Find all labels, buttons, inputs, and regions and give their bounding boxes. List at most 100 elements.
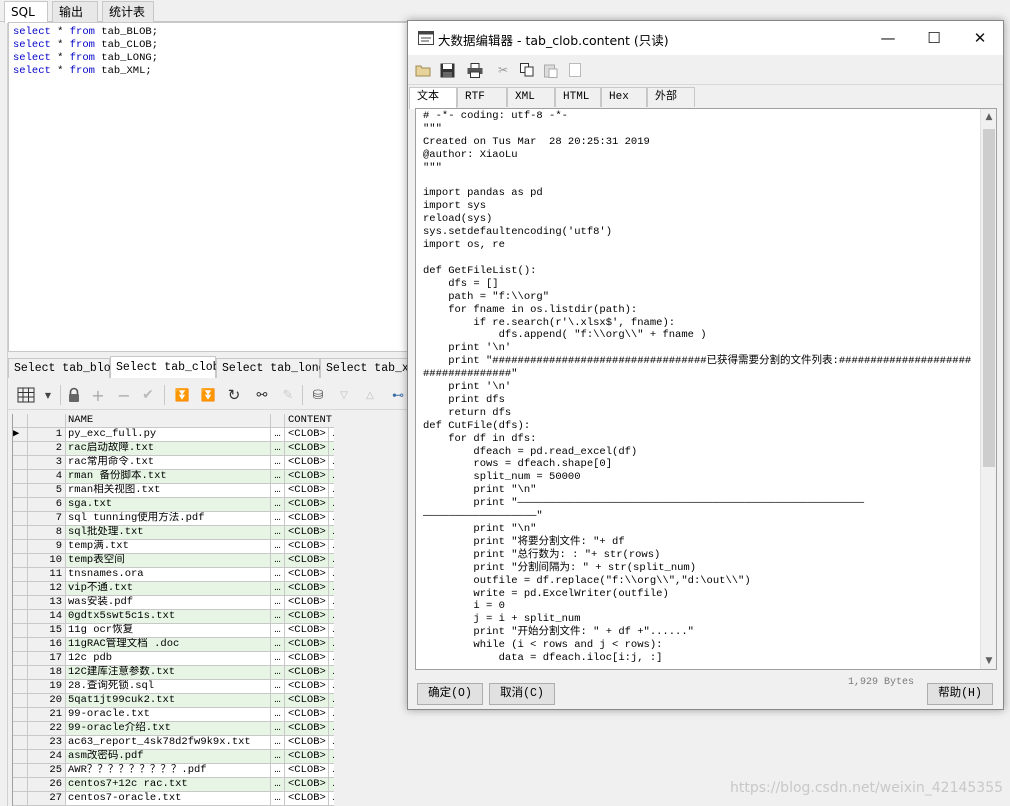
table-row[interactable]: 2199-oracle.txt…<CLOB>… (13, 708, 334, 722)
cell-name[interactable]: 12C建库注意参数.txt (66, 666, 271, 680)
cell-name-ellipsis-button[interactable]: … (271, 708, 285, 722)
cell-content[interactable]: <CLOB> (285, 680, 329, 694)
cell-name-ellipsis-button[interactable]: … (271, 442, 285, 456)
cell-content[interactable]: <CLOB> (285, 778, 329, 792)
cell-name[interactable]: centos7+12c rac.txt (66, 778, 271, 792)
cell-content[interactable]: <CLOB> (285, 652, 329, 666)
cell-content-ellipsis-button[interactable]: … (329, 526, 334, 540)
cell-name[interactable]: rman 备份脚本.txt (66, 470, 271, 484)
cell-content-ellipsis-button[interactable]: … (329, 722, 334, 736)
cell-name[interactable]: vip不通.txt (66, 582, 271, 596)
cell-content-ellipsis-button[interactable]: … (329, 456, 334, 470)
cell-content[interactable]: <CLOB> (285, 666, 329, 680)
cell-content-ellipsis-button[interactable]: … (329, 764, 334, 778)
table-row[interactable]: 1511g ocr恢复…<CLOB>… (13, 624, 334, 638)
table-row[interactable]: 1712c pdb…<CLOB>… (13, 652, 334, 666)
cell-name-ellipsis-button[interactable]: … (271, 512, 285, 526)
table-row[interactable]: 3rac常用命令.txt…<CLOB>… (13, 456, 334, 470)
table-row[interactable]: 2rac启动故障.txt…<CLOB>… (13, 442, 334, 456)
cell-content-ellipsis-button[interactable]: … (329, 498, 334, 512)
scroll-down-icon[interactable]: ▼ (981, 653, 996, 669)
add-record-icon[interactable]: + (88, 385, 108, 405)
cell-name[interactable]: asm改密码.pdf (66, 750, 271, 764)
cell-name[interactable]: temp满.txt (66, 540, 271, 554)
cell-content[interactable]: <CLOB> (285, 722, 329, 736)
table-row[interactable]: 7sql tunning使用方法.pdf…<CLOB>… (13, 512, 334, 526)
last-page-icon[interactable]: ⏬ (198, 385, 218, 405)
table-row[interactable]: 27centos7-oracle.txt…<CLOB>… (13, 792, 334, 806)
scroll-up-icon[interactable]: ▲ (981, 109, 996, 125)
cell-name-ellipsis-button[interactable]: … (271, 694, 285, 708)
table-row[interactable]: 13was安装.pdf…<CLOB>… (13, 596, 334, 610)
cell-content[interactable]: <CLOB> (285, 442, 329, 456)
cell-content[interactable]: <CLOB> (285, 736, 329, 750)
table-row[interactable]: 4rman 备份脚本.txt…<CLOB>… (13, 470, 334, 484)
cell-content[interactable]: <CLOB> (285, 764, 329, 778)
tab-text[interactable]: 文本 (409, 87, 457, 109)
cell-content[interactable]: <CLOB> (285, 498, 329, 512)
cell-content-ellipsis-button[interactable]: … (329, 428, 334, 442)
cell-content-ellipsis-button[interactable]: … (329, 652, 334, 666)
column-header-content[interactable]: CONTENT (285, 414, 334, 428)
cell-name-ellipsis-button[interactable]: … (271, 652, 285, 666)
grid-layout-icon[interactable] (16, 385, 36, 405)
cut-icon[interactable]: ✂ (494, 61, 512, 79)
table-row[interactable]: 23ac63_report_4sk78d2fw9k9x.txt…<CLOB>… (13, 736, 334, 750)
cell-content-ellipsis-button[interactable]: … (329, 708, 334, 722)
table-row[interactable]: 12vip不通.txt…<CLOB>… (13, 582, 334, 596)
cell-content-ellipsis-button[interactable]: … (329, 624, 334, 638)
cell-name-ellipsis-button[interactable]: … (271, 624, 285, 638)
cell-name[interactable]: sql tunning使用方法.pdf (66, 512, 271, 526)
cell-content[interactable]: <CLOB> (285, 554, 329, 568)
table-row[interactable]: 11tnsnames.ora…<CLOB>… (13, 568, 334, 582)
cell-content-ellipsis-button[interactable]: … (329, 554, 334, 568)
eraser-icon[interactable]: ✎ (278, 385, 298, 405)
cell-content-ellipsis-button[interactable]: … (329, 694, 334, 708)
cell-content-ellipsis-button[interactable]: … (329, 792, 334, 806)
table-row[interactable]: 24asm改密码.pdf…<CLOB>… (13, 750, 334, 764)
cell-name-ellipsis-button[interactable]: … (271, 722, 285, 736)
cell-content[interactable]: <CLOB> (285, 750, 329, 764)
cell-name-ellipsis-button[interactable]: … (271, 582, 285, 596)
table-row[interactable]: 140gdtx5swt5c1s.txt…<CLOB>… (13, 610, 334, 624)
cell-content-ellipsis-button[interactable]: … (329, 470, 334, 484)
table-row[interactable]: 25AWR？？？？？？？？？.pdf…<CLOB>… (13, 764, 334, 778)
maximize-button[interactable]: ☐ (911, 21, 957, 55)
table-row[interactable]: 6sga.txt…<CLOB>… (13, 498, 334, 512)
cell-name[interactable]: 0gdtx5swt5c1s.txt (66, 610, 271, 624)
cell-name-ellipsis-button[interactable]: … (271, 764, 285, 778)
cell-name-ellipsis-button[interactable]: … (271, 484, 285, 498)
cell-content[interactable]: <CLOB> (285, 596, 329, 610)
minimize-button[interactable]: — (865, 21, 911, 55)
cell-name[interactable]: 11gRAC管理文档 .doc (66, 638, 271, 652)
cell-content-ellipsis-button[interactable]: … (329, 540, 334, 554)
cell-content-ellipsis-button[interactable]: … (329, 680, 334, 694)
cell-content[interactable]: <CLOB> (285, 484, 329, 498)
cell-name-ellipsis-button[interactable]: … (271, 680, 285, 694)
filter-up-icon[interactable]: △ (360, 385, 380, 405)
cell-content-ellipsis-button[interactable]: … (329, 484, 334, 498)
result-grid[interactable]: NAME CONTENT ▶1py_exc_full.py…<CLOB>…2ra… (12, 414, 334, 806)
tab-select-tab-xml[interactable]: Select tab_xml (320, 358, 408, 378)
lock-icon[interactable] (64, 385, 84, 405)
checkmark-icon[interactable]: ✔ (138, 385, 158, 405)
cell-name-ellipsis-button[interactable]: … (271, 428, 285, 442)
cell-name[interactable]: 99-oracle.txt (66, 708, 271, 722)
cell-content-ellipsis-button[interactable]: … (329, 638, 334, 652)
cell-content[interactable]: <CLOB> (285, 470, 329, 484)
cell-content[interactable]: <CLOB> (285, 792, 329, 806)
cell-content[interactable]: <CLOB> (285, 568, 329, 582)
cancel-button[interactable]: 取消(C) (489, 683, 555, 705)
table-row[interactable]: 10temp表空间…<CLOB>… (13, 554, 334, 568)
table-row[interactable]: 9temp满.txt…<CLOB>… (13, 540, 334, 554)
tab-external[interactable]: 外部 (647, 87, 695, 107)
tab-output[interactable]: 输出 (52, 1, 98, 22)
table-row[interactable]: 26centos7+12c rac.txt…<CLOB>… (13, 778, 334, 792)
column-header-name[interactable]: NAME (66, 414, 271, 428)
help-button[interactable]: 帮助(H) (927, 683, 993, 705)
scrollbar-thumb[interactable] (983, 129, 995, 467)
cell-content-ellipsis-button[interactable]: … (329, 750, 334, 764)
cell-name-ellipsis-button[interactable]: … (271, 526, 285, 540)
tab-select-tab-blob[interactable]: Select tab_blob (8, 358, 118, 378)
binoculars-icon[interactable]: ⚯ (252, 385, 272, 405)
